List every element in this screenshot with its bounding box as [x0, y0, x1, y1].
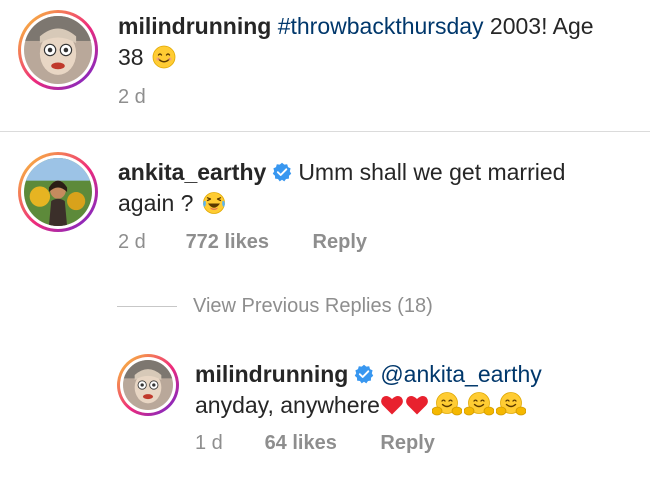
profile-photo-icon — [123, 360, 173, 410]
reply-time: 1 d — [195, 432, 223, 454]
comment-text: ankita_earthy Umm shall we get married a… — [118, 157, 638, 219]
comment-body-line2: again ? — [118, 190, 194, 216]
hugging-face-icon — [463, 391, 494, 417]
replies-line — [117, 306, 177, 308]
comments-page: milindrunning #throwbackthursday 2003! A… — [0, 0, 650, 483]
comment-username[interactable]: ankita_earthy — [118, 159, 266, 185]
view-previous-replies-button[interactable]: View Previous Replies (18) — [117, 291, 433, 321]
avatar-photo — [123, 360, 173, 410]
post-caption: milindrunning #throwbackthursday 2003! A… — [0, 0, 650, 131]
reply-username[interactable]: milindrunning — [195, 361, 348, 387]
post-username[interactable]: milindrunning — [118, 13, 271, 39]
verified-badge-icon — [354, 364, 374, 384]
hugging-face-icon — [495, 391, 526, 417]
post-meta: 2 d — [118, 85, 146, 109]
caption-text: 2003! Age — [483, 13, 594, 39]
view-replies-label: View Previous Replies (18) — [193, 295, 433, 317]
reply-likes-button[interactable]: 64 likes — [265, 431, 337, 455]
mention-link[interactable]: @ankita_earthy — [380, 361, 541, 387]
reply-body: anyday, anywhere — [195, 392, 380, 418]
comment-reply-button[interactable]: Reply — [313, 230, 367, 254]
avatar-photo — [24, 158, 92, 226]
comment-time: 2 d — [118, 231, 146, 253]
profile-photo-icon — [24, 16, 92, 84]
heart-icon — [405, 393, 429, 417]
reply-text: milindrunning @ankita_earthy anyday, any… — [195, 359, 635, 421]
comment-meta: 2 d 772 likes Reply — [118, 230, 367, 254]
avatar[interactable] — [117, 354, 179, 416]
comment-body: Umm shall we get married — [298, 159, 566, 185]
smiling-face-icon — [152, 45, 176, 69]
avatar[interactable] — [18, 10, 98, 90]
hashtag-link[interactable]: #throwbackthursday — [278, 13, 484, 39]
comment: ankita_earthy Umm shall we get married a… — [0, 132, 650, 287]
caption-text-line2: 38 — [118, 44, 144, 70]
post-time: 2 d — [118, 86, 146, 108]
reply-reply-button[interactable]: Reply — [380, 431, 434, 455]
laughing-tears-icon — [202, 191, 226, 215]
profile-photo-icon — [24, 158, 92, 226]
verified-badge-icon — [272, 162, 292, 182]
reply: milindrunning @ankita_earthy anyday, any… — [0, 340, 650, 483]
reply-meta: 1 d 64 likes Reply — [195, 431, 435, 455]
comment-likes-button[interactable]: 772 likes — [186, 230, 269, 254]
avatar-photo — [24, 16, 92, 84]
avatar[interactable] — [18, 152, 98, 232]
heart-icon — [380, 393, 404, 417]
post-caption-text: milindrunning #throwbackthursday 2003! A… — [118, 11, 638, 73]
hugging-face-icon — [431, 391, 462, 417]
